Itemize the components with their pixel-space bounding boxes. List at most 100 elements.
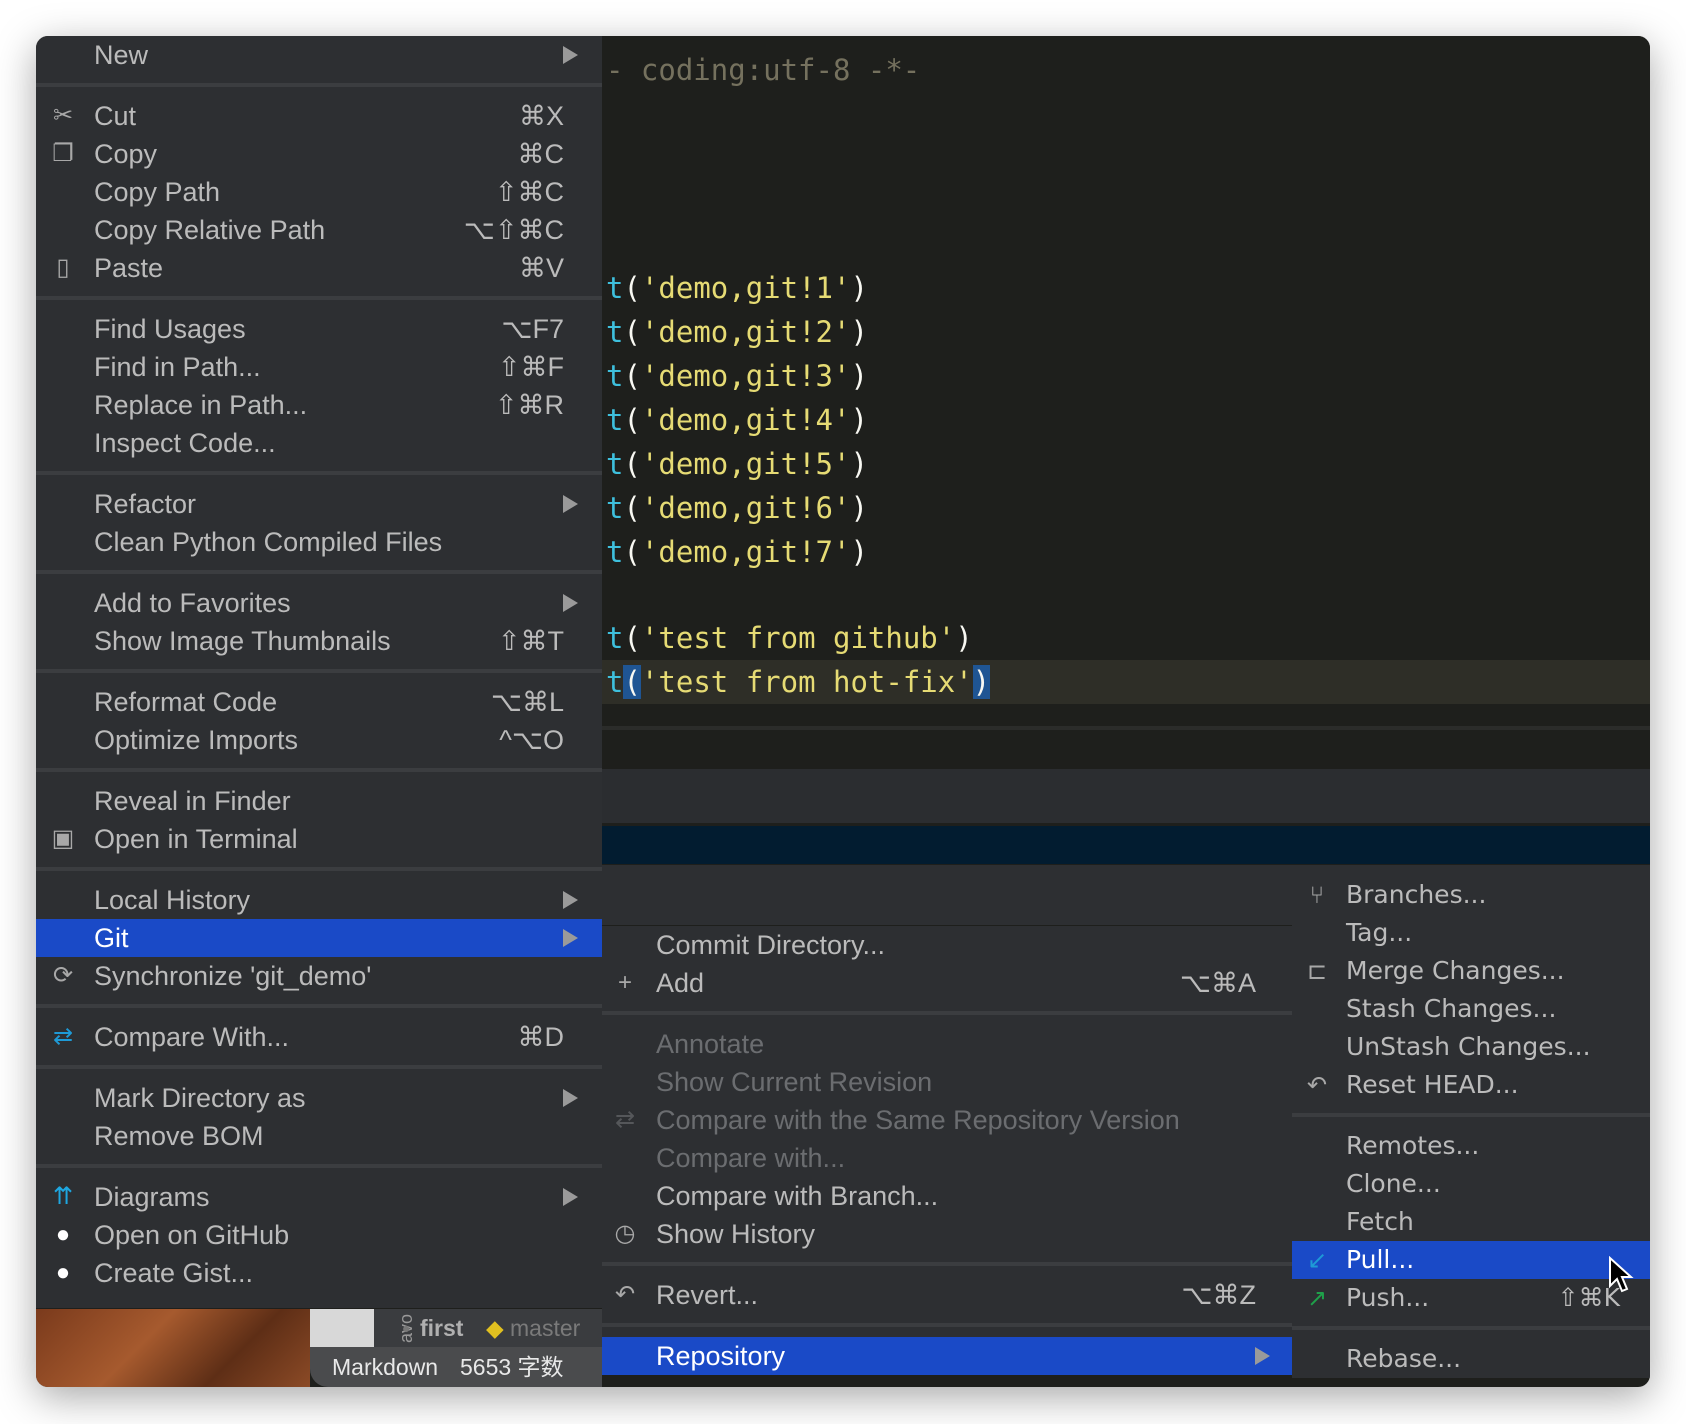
menu-item-copy[interactable]: ❐ Copy ⌘C xyxy=(36,135,602,173)
code-line[interactable]: t('demo,git!1') xyxy=(606,266,868,310)
menu-separator xyxy=(36,1155,602,1178)
code-line[interactable]: t('test from hot-fix') xyxy=(606,660,991,704)
code-line[interactable]: t('demo,git!3') xyxy=(606,354,868,398)
menu-item-add[interactable]: + Add ⌥⌘A xyxy=(602,964,1292,1002)
menu-item-refactor[interactable]: Refactor xyxy=(36,485,602,523)
menu-separator xyxy=(602,1253,1292,1276)
menu-item-label: Open in Terminal xyxy=(94,824,298,854)
menu-item-label: Clean Python Compiled Files xyxy=(94,527,443,557)
submenu-arrow-icon xyxy=(1255,1347,1270,1365)
code-line[interactable]: t('test from github') xyxy=(606,616,973,660)
commit-dot-icon: ● xyxy=(402,1320,411,1336)
menu-item-add-to-favorites[interactable]: Add to Favorites xyxy=(36,584,602,622)
menu-item-show-image-thumbnails[interactable]: Show Image Thumbnails ⇧⌘T xyxy=(36,622,602,660)
shortcut-label: ⇧⌘R xyxy=(494,390,564,420)
menu-item-fetch[interactable]: Fetch xyxy=(1292,1203,1650,1241)
menu-separator xyxy=(36,74,602,97)
menu-item-clone[interactable]: Clone... xyxy=(1292,1165,1650,1203)
menu-item-branches[interactable]: ⑂ Branches... xyxy=(1292,876,1650,914)
menu-item-synchronize-git-demo[interactable]: ⟳ Synchronize 'git_demo' xyxy=(36,957,602,995)
menu-item-push[interactable]: ↗ Push... ⇧⌘K xyxy=(1292,1279,1650,1317)
shortcut-label: ⇧⌘F xyxy=(497,352,564,382)
menu-item-reset-head[interactable]: ↶ Reset HEAD... xyxy=(1292,1066,1650,1104)
menu-item-compare-with[interactable]: ⇄ Compare With... ⌘D xyxy=(36,1018,602,1056)
menu-item-compare-with-the-same-repository-version[interactable]: ⇄ Compare with the Same Repository Versio… xyxy=(602,1101,1292,1139)
shortcut-label: ⌥F7 xyxy=(501,314,564,344)
menu-item-merge-changes[interactable]: ⊏ Merge Changes... xyxy=(1292,952,1650,990)
menu-separator xyxy=(36,287,602,310)
tag-first[interactable]: first xyxy=(420,1309,463,1347)
menu-item-label: Add to Favorites xyxy=(94,588,291,618)
menu-item-reformat-code[interactable]: Reformat Code ⌥⌘L xyxy=(36,683,602,721)
menu-item-clean-python-compiled-files[interactable]: Clean Python Compiled Files xyxy=(36,523,602,561)
menu-item-open-on-github[interactable]: ● Open on GitHub xyxy=(36,1216,602,1254)
menu-item-new[interactable]: New xyxy=(36,36,602,74)
code-editor[interactable]: - coding:utf-8 -*- t('demo,git!1') t('demo… xyxy=(602,36,1650,726)
code-token: 'demo,git!4' xyxy=(640,403,851,437)
code-line[interactable]: t('demo,git!7') xyxy=(606,530,868,574)
code-line[interactable]: t('demo,git!6') xyxy=(606,486,868,530)
plus-icon: + xyxy=(617,969,632,996)
menu-item-copy-path[interactable]: Copy Path ⇧⌘C xyxy=(36,173,602,211)
menu-item-label: Annotate xyxy=(656,1029,765,1059)
code-token: ) xyxy=(850,359,868,393)
menu-item-label: Show Current Revision xyxy=(656,1067,933,1097)
menu-item-commit-directory[interactable]: Commit Directory... xyxy=(602,926,1292,964)
shortcut-label: ⌘V xyxy=(518,253,564,283)
menu-separator xyxy=(36,660,602,683)
menu-item-unstash-changes[interactable]: UnStash Changes... xyxy=(1292,1028,1650,1066)
submenu-arrow-icon xyxy=(563,929,578,947)
menu-item-diagrams[interactable]: ⇈ Diagrams xyxy=(36,1178,602,1216)
code-token: ) xyxy=(850,491,868,525)
menu-item-rebase[interactable]: Rebase... xyxy=(1292,1340,1650,1378)
code-token: ( xyxy=(623,447,641,481)
shortcut-label: ⌥⇧⌘C xyxy=(463,215,564,245)
menu-item-git[interactable]: Git xyxy=(36,919,602,957)
code-token: 'test from hot-fix' xyxy=(640,665,973,699)
menu-item-label: Push... xyxy=(1346,1283,1430,1312)
menu-item-copy-relative-path[interactable]: Copy Relative Path ⌥⇧⌘C xyxy=(36,211,602,249)
menu-item-label: UnStash Changes... xyxy=(1346,1032,1591,1061)
menu-item-label: Pull... xyxy=(1346,1245,1415,1274)
menu-item-find-in-path[interactable]: Find in Path... ⇧⌘F xyxy=(36,348,602,386)
tag-master[interactable]: master xyxy=(510,1309,580,1347)
code-line[interactable]: t('demo,git!2') xyxy=(606,310,868,354)
diagram-icon: ⇈ xyxy=(52,1183,74,1210)
code-line[interactable]: - coding:utf-8 -*- xyxy=(606,48,920,92)
menu-item-show-current-revision[interactable]: Show Current Revision xyxy=(602,1063,1292,1101)
menu-item-find-usages[interactable]: Find Usages ⌥F7 xyxy=(36,310,602,348)
menu-item-revert[interactable]: ↶ Revert... ⌥⌘Z xyxy=(602,1276,1292,1314)
shortcut-label: ⇧⌘C xyxy=(494,177,564,207)
menu-item-pull[interactable]: ↙ Pull... xyxy=(1292,1241,1650,1279)
menu-item-local-history[interactable]: Local History xyxy=(36,881,602,919)
menu-item-stash-changes[interactable]: Stash Changes... xyxy=(1292,990,1650,1028)
menu-item-remove-bom[interactable]: Remove BOM xyxy=(36,1117,602,1155)
clock-icon: ◷ xyxy=(614,1220,636,1247)
menu-item-show-history[interactable]: ◷ Show History xyxy=(602,1215,1292,1253)
menu-item-reveal-in-finder[interactable]: Reveal in Finder xyxy=(36,782,602,820)
menu-item-paste[interactable]: ▯ Paste ⌘V xyxy=(36,249,602,287)
code-line[interactable]: t('demo,git!4') xyxy=(606,398,868,442)
menu-item-repository[interactable]: Repository xyxy=(602,1337,1292,1375)
menu-item-tag[interactable]: Tag... xyxy=(1292,914,1650,952)
menu-item-cut[interactable]: ✂ Cut ⌘X xyxy=(36,97,602,135)
scissors-icon: ✂ xyxy=(52,102,74,129)
menu-item-create-gist[interactable]: ● Create Gist... xyxy=(36,1254,602,1292)
code-token: ) xyxy=(850,447,868,481)
menu-item-annotate[interactable]: Annotate xyxy=(602,1025,1292,1063)
menu-item-replace-in-path[interactable]: Replace in Path... ⇧⌘R xyxy=(36,386,602,424)
menu-item-inspect-code[interactable]: Inspect Code... xyxy=(36,424,602,462)
menu-item-remotes[interactable]: Remotes... xyxy=(1292,1127,1650,1165)
menu-item-mark-directory-as[interactable]: Mark Directory as xyxy=(36,1079,602,1117)
menu-item-label: Add xyxy=(656,968,705,998)
code-token: ( xyxy=(623,621,641,655)
menu-item-compare-with-branch[interactable]: Compare with Branch... xyxy=(602,1177,1292,1215)
terminal-icon: ▣ xyxy=(51,825,75,852)
menu-item-compare-with[interactable]: Compare with... xyxy=(602,1139,1292,1177)
menu-item-label: Inspect Code... xyxy=(94,428,276,458)
menu-item-label: Optimize Imports xyxy=(94,725,299,755)
menu-item-open-in-terminal[interactable]: ▣ Open in Terminal xyxy=(36,820,602,858)
menu-item-optimize-imports[interactable]: Optimize Imports ^⌥O xyxy=(36,721,602,759)
code-token: 'demo,git!7' xyxy=(640,535,851,569)
code-line[interactable]: t('demo,git!5') xyxy=(606,442,868,486)
